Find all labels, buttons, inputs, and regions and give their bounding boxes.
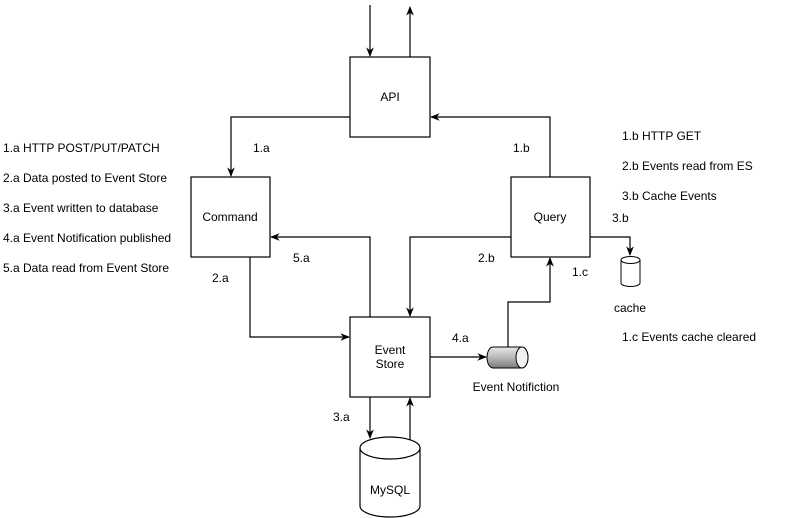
node-command[interactable]: Command: [190, 176, 271, 258]
edge-label-2b: 2.b: [478, 251, 495, 265]
node-query[interactable]: Query: [510, 176, 591, 258]
legend-left-item: 4.a Event Notification published: [3, 231, 171, 245]
edge-5a: [270, 233, 371, 317]
node-event-store-label-line1: Event: [375, 343, 406, 357]
edge-label-1c: 1.c: [572, 265, 588, 279]
edge-label-3b: 3.b: [612, 211, 629, 225]
node-event-notification-label: Event Notifiction: [473, 380, 560, 394]
legend-left: 1.a HTTP POST/PUT/PATCH 2.a Data posted …: [3, 141, 171, 275]
legend-right-item: 1.b HTTP GET: [622, 129, 702, 143]
legend-right-item: 2.b Events read from ES: [622, 159, 753, 173]
edge-2b: [406, 236, 511, 317]
legend-left-item: 5.a Data read from Event Store: [3, 261, 169, 275]
edge-label-1b: 1.b: [513, 141, 530, 155]
edge-label-4a: 4.a: [452, 331, 469, 345]
node-mysql-label: MySQL: [370, 483, 410, 497]
node-command-label: Command: [202, 210, 257, 224]
legend-right-item: 3.b Cache Events: [622, 189, 717, 203]
edge-label-2a: 2.a: [212, 271, 229, 285]
node-event-store-label-line2: Store: [376, 357, 405, 371]
node-api[interactable]: API: [349, 56, 431, 138]
edge-2a: [249, 257, 350, 341]
legend-right-item: 1.c Events cache cleared: [622, 330, 756, 344]
node-cache[interactable]: cache: [614, 256, 646, 316]
node-api-label: API: [380, 90, 399, 104]
edge-3b: [590, 236, 634, 256]
node-event-store[interactable]: Event Store: [349, 316, 431, 398]
node-mysql[interactable]: MySQL: [359, 436, 421, 518]
legend-left-item: 2.a Data posted to Event Store: [3, 171, 167, 185]
edge-label-3a: 3.a: [333, 410, 350, 424]
edge-1a: [227, 116, 350, 177]
edge-1b: [430, 113, 551, 177]
legend-left-item: 3.a Event written to database: [3, 201, 159, 215]
node-query-label: Query: [534, 210, 567, 224]
edge-label-1a: 1.a: [253, 141, 270, 155]
edge-1c: [507, 257, 554, 347]
node-event-notification[interactable]: Event Notifiction: [473, 346, 560, 394]
node-cache-label: cache: [614, 301, 646, 315]
legend-left-item: 1.a HTTP POST/PUT/PATCH: [3, 141, 160, 155]
edge-label-5a: 5.a: [293, 251, 310, 265]
diagram-canvas: API Command Query Event Store Event Noti…: [3, 5, 756, 518]
